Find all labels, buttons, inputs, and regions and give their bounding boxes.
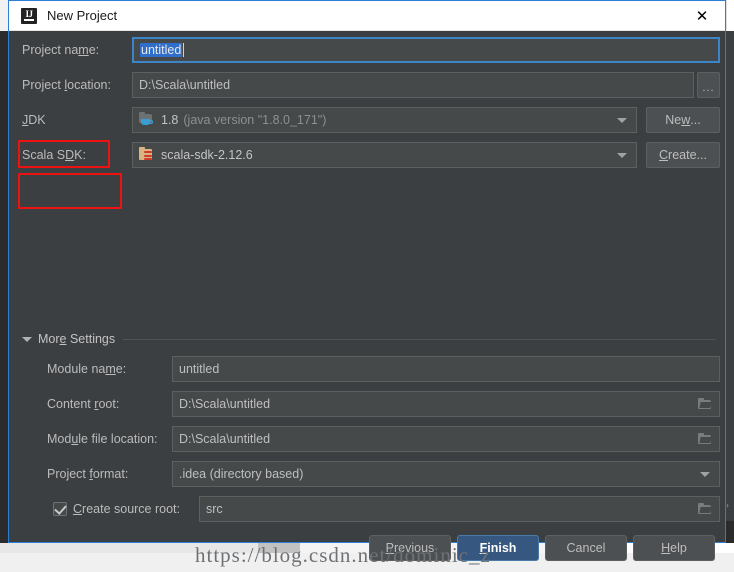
content-root-value: D:\Scala\untitled — [179, 397, 271, 411]
scala-sdk-folder-icon — [139, 147, 155, 163]
project-format-combobox[interactable]: .idea (directory based) — [172, 461, 720, 487]
desktop-left-strip-top — [0, 0, 8, 31]
folder-icon[interactable] — [698, 398, 712, 409]
row-create-source-root: Create source root: src — [9, 496, 725, 522]
dialog-titlebar: IJ New Project ✕ — [9, 0, 725, 31]
dialog-title: New Project — [47, 8, 118, 23]
row-jdk: JDK 1.8 (java version "1.8.0_171") Ne w..… — [9, 107, 725, 133]
previous-button[interactable]: Previous — [369, 535, 451, 561]
jdk-label: JDK — [22, 113, 46, 127]
scala-sdk-combobox[interactable]: scala-sdk-2.12.6 — [132, 142, 637, 168]
scala-sdk-label: Scala SDK: — [22, 148, 86, 162]
check-icon — [54, 502, 67, 515]
project-format-value: .idea (directory based) — [179, 467, 304, 481]
create-source-root-checkbox[interactable] — [53, 502, 67, 516]
close-icon[interactable]: ✕ — [679, 1, 725, 31]
dialog-button-bar: Previous Finish Cancel Help — [9, 528, 725, 572]
annotation-box-scala-sdk — [18, 173, 122, 209]
folder-icon[interactable] — [698, 433, 712, 444]
intellij-idea-icon: IJ — [21, 7, 37, 24]
jdk-folder-icon — [139, 112, 155, 128]
jdk-detail: (java version "1.8.0_171") — [183, 113, 327, 127]
create-source-root-input[interactable]: src — [199, 496, 720, 522]
help-button[interactable]: Help — [633, 535, 715, 561]
project-location-label: Project location: — [22, 78, 111, 92]
module-name-input[interactable]: untitled — [172, 356, 720, 382]
row-module-name: Module name: untitled — [9, 356, 725, 382]
module-file-location-label: Module file location: — [47, 432, 158, 446]
module-file-location-input[interactable]: D:\Scala\untitled — [172, 426, 720, 452]
row-project-name: Project name: untitled — [9, 37, 725, 63]
module-name-value: untitled — [179, 362, 220, 376]
screen: › IJ New Project ✕ Project name: untitle… — [0, 0, 734, 567]
row-content-root: Content root: D:\Scala\untitled — [9, 391, 725, 417]
desktop-right-strip-body — [726, 31, 734, 528]
content-root-input[interactable]: D:\Scala\untitled — [172, 391, 720, 417]
new-project-dialog: IJ New Project ✕ Project name: untitled … — [8, 0, 726, 567]
desktop-right-strip — [726, 0, 734, 31]
project-name-label: Project name: — [22, 43, 100, 57]
row-project-location: Project location: D:\Scala\untitled ... — [9, 72, 725, 98]
chevron-down-icon — [22, 336, 32, 342]
chevron-down-icon — [617, 118, 627, 123]
project-format-label: Project format: — [47, 467, 129, 481]
content-root-label: Content root: — [47, 397, 120, 411]
folder-icon[interactable] — [698, 503, 712, 514]
project-location-browse-button[interactable]: ... — [697, 72, 720, 98]
project-name-value: untitled — [140, 43, 183, 57]
project-name-input[interactable]: untitled — [132, 37, 720, 63]
module-name-label: Module name: — [47, 362, 127, 376]
divider — [123, 338, 716, 340]
jdk-new-button[interactable]: Ne w... — [646, 107, 720, 133]
chevron-down-icon — [700, 472, 710, 477]
chevron-down-icon — [617, 153, 627, 158]
create-source-root-value: src — [206, 502, 223, 516]
project-location-input[interactable]: D:\Scala\untitled — [132, 72, 694, 98]
cancel-button[interactable]: Cancel — [545, 535, 627, 561]
desktop-left-strip — [0, 0, 8, 521]
row-module-file-location: Module file location: D:\Scala\untitled — [9, 426, 725, 452]
scala-sdk-create-button[interactable]: Create... — [646, 142, 720, 168]
text-caret — [183, 43, 185, 57]
row-scala-sdk: Scala SDK: scala-sdk-2.12.6 Create... — [9, 142, 725, 168]
scala-sdk-value: scala-sdk-2.12.6 — [161, 148, 253, 162]
project-location-value: D:\Scala\untitled — [139, 78, 231, 92]
row-project-format: Project format: .idea (directory based) — [9, 461, 725, 487]
jdk-value: 1.8 — [161, 113, 179, 127]
jdk-combobox[interactable]: 1.8 (java version "1.8.0_171") — [132, 107, 637, 133]
more-settings-header[interactable]: More Settings — [22, 331, 722, 347]
create-source-root-label: Create source root: — [73, 502, 180, 516]
desktop-edge-glyphs: › — [726, 500, 729, 510]
more-settings-label: More Settings — [38, 332, 116, 346]
dialog-content: Project name: untitled Project location:… — [9, 31, 725, 567]
finish-button[interactable]: Finish — [457, 535, 539, 561]
module-file-location-value: D:\Scala\untitled — [179, 432, 271, 446]
